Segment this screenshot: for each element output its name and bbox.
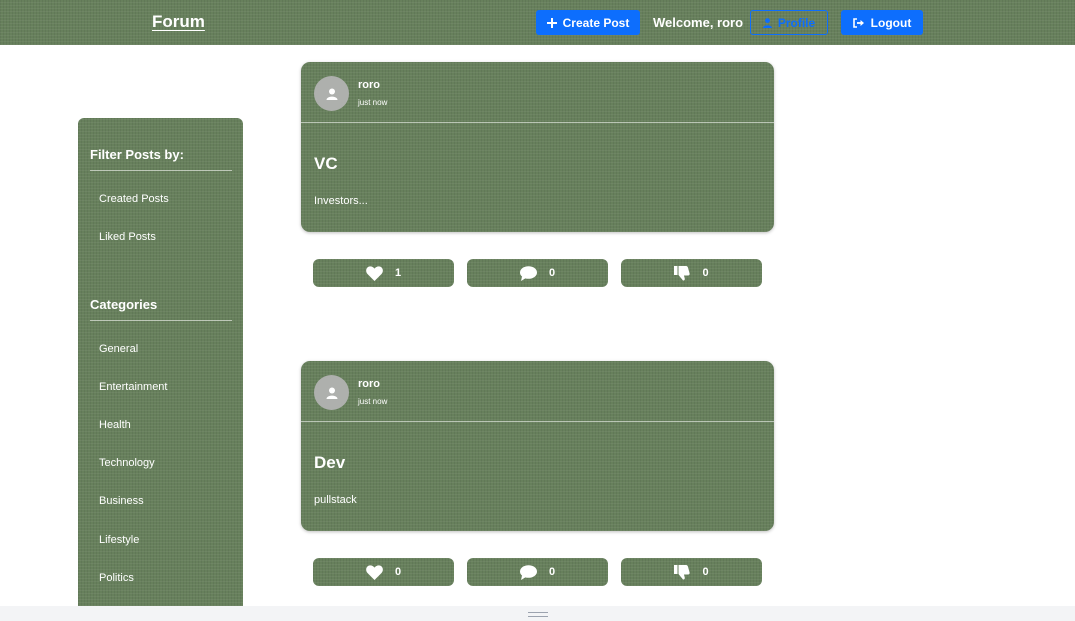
comment-icon [519,265,537,281]
logout-button[interactable]: Logout [841,10,923,35]
post-divider [301,421,774,422]
post-card[interactable]: roro just now Dev pullstack [301,361,774,531]
post-body: pullstack [314,494,357,506]
post-title[interactable]: Dev [314,453,345,473]
post-title[interactable]: VC [314,154,338,174]
resize-grip-icon[interactable] [528,612,548,617]
comment-button[interactable]: 0 [467,259,608,287]
heart-icon [366,564,383,580]
logout-icon [852,17,864,28]
top-navbar: Forum Create Post Welcome, roro Profile … [0,0,1075,45]
brand-link[interactable]: Forum [152,12,205,32]
create-post-label: Create Post [562,15,630,30]
post-divider [301,122,774,123]
category-lifestyle[interactable]: Lifestyle [99,534,139,546]
category-entertainment[interactable]: Entertainment [99,381,167,393]
like-count: 1 [394,267,402,279]
dislike-count: 0 [702,267,709,279]
category-technology[interactable]: Technology [99,457,155,469]
user-icon [762,17,772,28]
avatar [314,375,349,410]
create-post-button[interactable]: Create Post [536,10,640,35]
categories-heading: Categories [90,297,232,321]
profile-button[interactable]: Profile [750,10,828,35]
filter-created-posts[interactable]: Created Posts [99,193,169,205]
category-health[interactable]: Health [99,419,131,431]
avatar-icon [326,88,337,100]
comment-count: 0 [548,267,556,279]
sidebar: Filter Posts by: Created Posts Liked Pos… [78,118,243,606]
post-author[interactable]: roro [358,79,380,91]
avatar [314,76,349,111]
dislike-button[interactable]: 0 [621,259,762,287]
dislike-button[interactable]: 0 [621,558,762,586]
category-politics[interactable]: Politics [99,572,134,584]
logout-label: Logout [870,15,912,30]
like-button[interactable]: 1 [313,259,454,287]
post-card[interactable]: roro just now VC Investors... [301,62,774,232]
post-time: just now [358,397,388,406]
filter-heading: Filter Posts by: [90,147,232,171]
heart-icon [366,265,383,281]
post-author[interactable]: roro [358,378,380,390]
filter-liked-posts[interactable]: Liked Posts [99,231,156,243]
like-button[interactable]: 0 [313,558,454,586]
post-time: just now [358,98,388,107]
avatar-icon [326,387,337,399]
post-body: Investors... [314,195,368,207]
profile-label: Profile [777,15,816,30]
like-count: 0 [394,566,402,578]
comment-button[interactable]: 0 [467,558,608,586]
dislike-count: 0 [702,566,709,578]
category-general[interactable]: General [99,343,138,355]
thumbs-down-icon [674,265,691,281]
comment-icon [519,564,537,580]
comment-count: 0 [548,566,556,578]
welcome-text: Welcome, roro [653,15,744,30]
plus-icon [546,17,557,28]
thumbs-down-icon [674,564,691,580]
category-business[interactable]: Business [99,495,144,507]
